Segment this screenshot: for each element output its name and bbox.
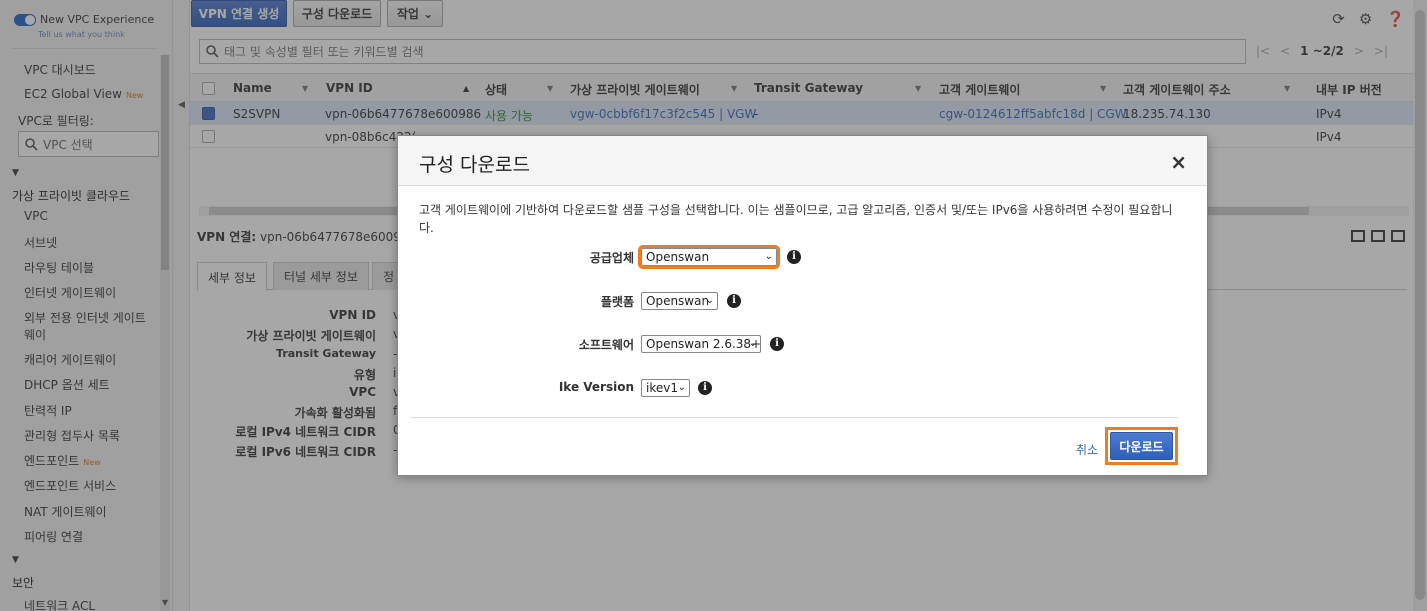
vendor-label: 공급업체 xyxy=(589,251,634,265)
chevron-down-icon: ⌄ xyxy=(764,251,773,262)
ike-version-label: Ike Version xyxy=(558,380,634,394)
modal-divider xyxy=(410,417,1178,418)
vendor-select-value: Openswan xyxy=(646,250,710,264)
software-select[interactable]: Openswan 2.6.38+ ⌄ xyxy=(641,335,761,353)
vendor-select[interactable]: Openswan ⌄ xyxy=(638,245,780,269)
modal-description: 고객 게이트웨이에 기반하여 다운로드할 샘플 구성을 선택합니다. 이는 샘플… xyxy=(419,203,1173,235)
info-icon[interactable]: i xyxy=(698,381,712,395)
modal-header: 구성 다운로드 × xyxy=(398,136,1207,186)
modal-title: 구성 다운로드 xyxy=(419,154,530,176)
info-icon[interactable]: i xyxy=(770,337,784,351)
download-button[interactable]: 다운로드 xyxy=(1110,432,1173,460)
ike-version-select[interactable]: ikev1 ⌄ xyxy=(641,379,690,397)
download-config-modal: 구성 다운로드 × 고객 게이트웨이에 기반하여 다운로드할 샘플 구성을 선택… xyxy=(397,135,1208,476)
platform-select[interactable]: Openswan ⌄ xyxy=(641,292,718,310)
software-label: 소프트웨어 xyxy=(578,338,634,352)
ike-version-select-value: ikev1 xyxy=(646,381,678,395)
platform-label: 플랫폼 xyxy=(600,295,634,309)
chevron-down-icon: ⌄ xyxy=(705,295,714,306)
info-icon[interactable]: i xyxy=(727,294,741,308)
close-icon[interactable]: × xyxy=(1170,150,1187,174)
download-button-highlight: 다운로드 xyxy=(1105,427,1178,465)
chevron-down-icon: ⌄ xyxy=(677,382,686,393)
info-icon[interactable]: i xyxy=(787,250,801,264)
platform-select-value: Openswan xyxy=(646,294,710,308)
software-select-value: Openswan 2.6.38+ xyxy=(646,337,762,351)
chevron-down-icon: ⌄ xyxy=(748,338,757,349)
cancel-link[interactable]: 취소 xyxy=(1076,441,1098,458)
